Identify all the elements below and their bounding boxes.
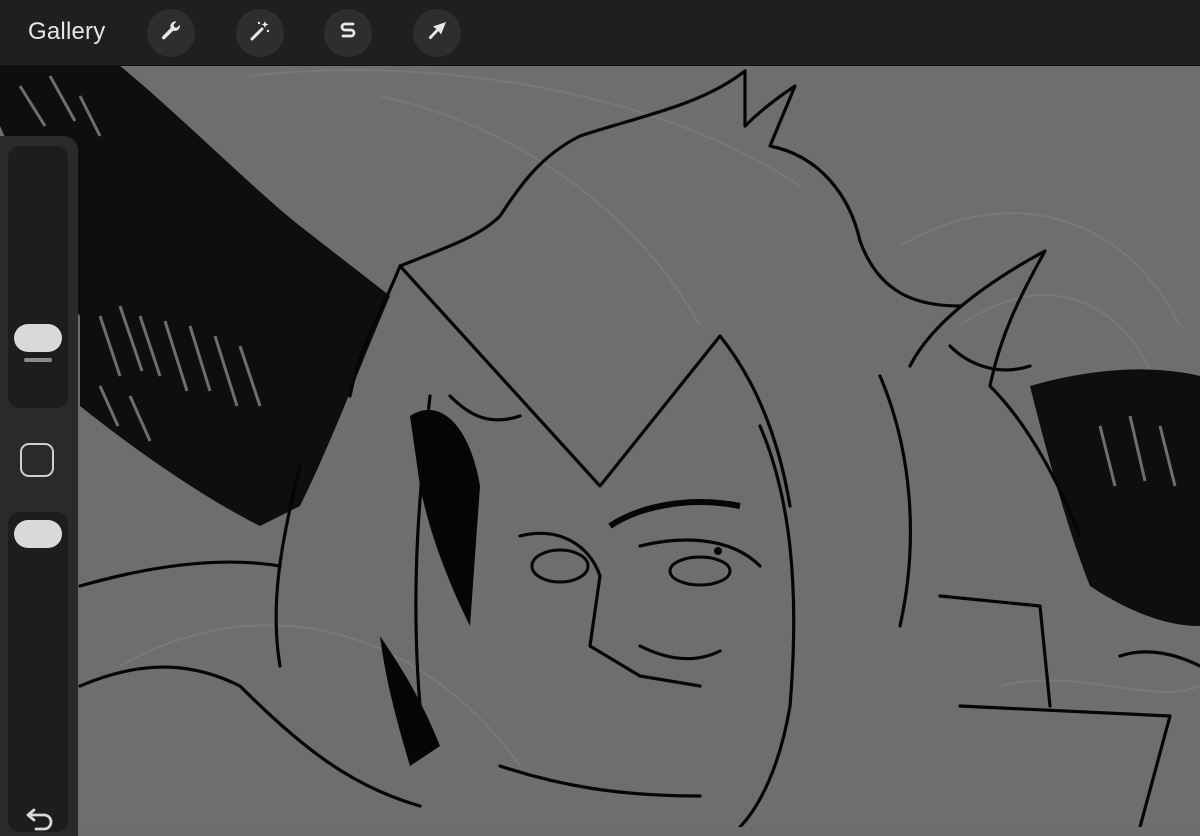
gallery-button[interactable]: Gallery	[28, 18, 105, 46]
magic-wand-icon	[247, 18, 273, 49]
opacity-slider[interactable]	[8, 512, 68, 832]
drawing-canvas[interactable]	[0, 66, 1200, 827]
opacity-thumb[interactable]	[14, 520, 62, 548]
selection-s-icon	[335, 18, 361, 49]
top-toolbar: Gallery	[0, 0, 1200, 66]
sketch-artwork	[0, 66, 1200, 827]
transform-button[interactable]	[413, 9, 461, 57]
wrench-icon	[158, 18, 184, 49]
undo-button[interactable]	[20, 807, 56, 831]
actions-button[interactable]	[147, 9, 195, 57]
selection-button[interactable]	[324, 9, 372, 57]
brush-size-thumb[interactable]	[14, 324, 62, 352]
adjustments-button[interactable]	[236, 9, 284, 57]
arrow-cursor-icon	[424, 18, 450, 49]
left-sidebar	[0, 136, 78, 836]
modify-square-button[interactable]	[20, 443, 54, 477]
brush-size-slider[interactable]	[8, 146, 68, 408]
brush-size-indicator	[24, 358, 52, 362]
